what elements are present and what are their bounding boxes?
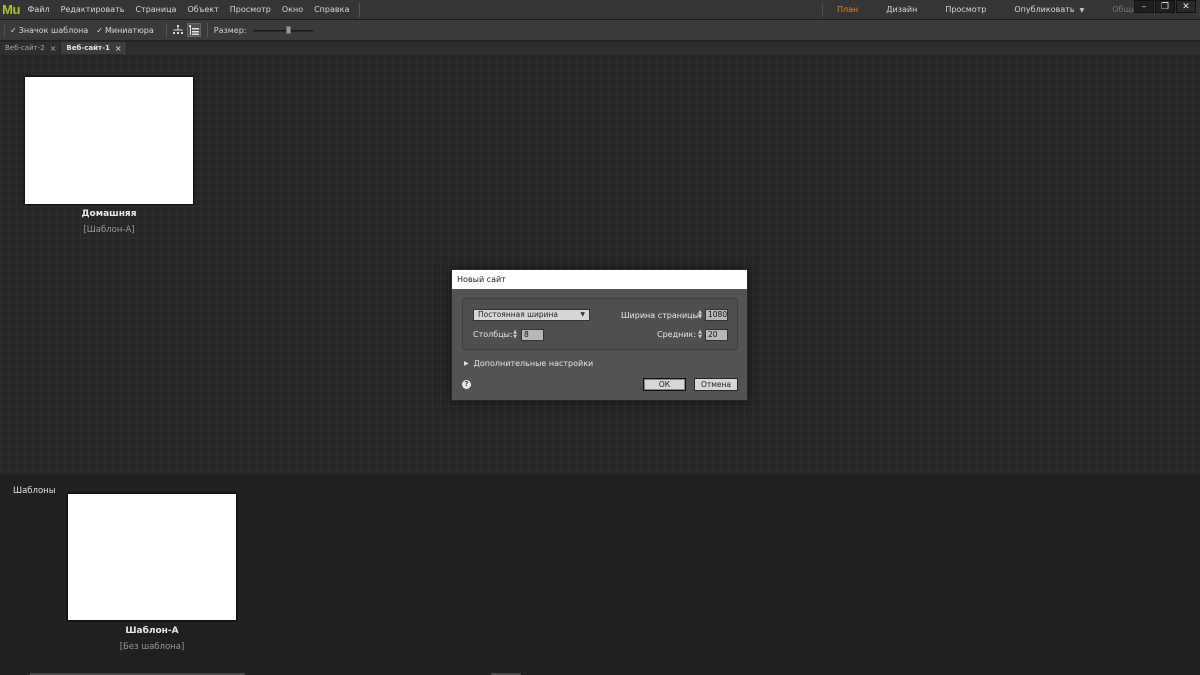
menu-window[interactable]: Окно bbox=[276, 0, 308, 20]
tab-website-2[interactable]: Веб-сайт-2 × bbox=[0, 42, 62, 54]
home-page-thumbnail[interactable] bbox=[24, 76, 194, 205]
layout-select[interactable]: Постоянная ширина ▼ bbox=[473, 309, 590, 321]
plan-toolbar: ✓ Значок шаблона ✓ Миниатюра Размер: bbox=[0, 20, 1200, 41]
size-slider[interactable] bbox=[252, 25, 313, 35]
dialog-title: Новый сайт bbox=[452, 270, 747, 289]
arrow-down-icon: ▼ bbox=[698, 314, 702, 320]
template-title[interactable]: Шаблон-А bbox=[67, 626, 237, 636]
page-width-label: Ширина страницы: bbox=[621, 311, 702, 320]
outline-icon bbox=[188, 25, 199, 35]
menu-help[interactable]: Справка bbox=[309, 0, 355, 20]
ok-button[interactable]: ОК bbox=[643, 378, 686, 391]
gutter-input[interactable]: 20 bbox=[705, 329, 728, 341]
checkmark-icon: ✓ bbox=[96, 25, 103, 35]
layout-select-value: Постоянная ширина bbox=[478, 310, 558, 319]
toolbar-separator bbox=[206, 23, 208, 37]
columns-label: Столбцы: bbox=[473, 330, 513, 339]
close-button[interactable]: ✕ bbox=[1176, 0, 1196, 13]
advanced-settings-toggle[interactable]: ▶ Дополнительные настройки bbox=[464, 359, 593, 368]
size-slider-track bbox=[252, 30, 313, 32]
template-icon-checkbox[interactable]: ✓ Значок шаблона bbox=[10, 26, 88, 35]
tree-view-icon[interactable] bbox=[171, 23, 185, 37]
chevron-down-icon: ▼ bbox=[580, 311, 585, 318]
page-width-stepper[interactable]: ▲ ▼ bbox=[696, 309, 704, 321]
chevron-down-icon: ▼ bbox=[1079, 6, 1085, 14]
document-tabs: Веб-сайт-2 × Веб-сайт-1 × bbox=[0, 42, 1200, 54]
toolbar-separator bbox=[165, 23, 167, 37]
menu-object[interactable]: Объект bbox=[182, 0, 224, 20]
window-controls: – ❐ ✕ bbox=[1134, 0, 1196, 14]
muse-logo: Mu bbox=[2, 2, 20, 17]
main-menu: Файл Редактировать Страница Объект Просм… bbox=[22, 0, 360, 20]
gutter-stepper[interactable]: ▲ ▼ bbox=[696, 329, 704, 341]
menu-separator bbox=[358, 2, 360, 17]
minimize-button[interactable]: – bbox=[1134, 0, 1154, 13]
dialog-settings-group: Постоянная ширина ▼ Ширина страницы: ▲ ▼ … bbox=[462, 298, 738, 350]
gutter-label: Средник: bbox=[657, 330, 697, 339]
template-icon-label: Значок шаблона bbox=[18, 25, 89, 35]
thumbnail-label: Миниатюра bbox=[104, 25, 154, 35]
thumbnail-checkbox[interactable]: ✓ Миниатюра bbox=[96, 26, 154, 35]
toolbar-grip[interactable] bbox=[4, 23, 6, 37]
arrow-down-icon: ▼ bbox=[513, 334, 517, 340]
new-site-dialog: Новый сайт Постоянная ширина ▼ Ширина ст… bbox=[451, 269, 748, 401]
size-label: Размер: bbox=[213, 25, 247, 35]
mode-switcher: План Дизайн Просмотр Опубликовать ▼ Общий… bbox=[822, 0, 1187, 20]
mode-publish-label: Опубликовать bbox=[1014, 4, 1075, 14]
close-icon[interactable]: × bbox=[115, 44, 122, 53]
mode-publish[interactable]: Опубликовать ▼ bbox=[1000, 0, 1098, 21]
tab-label: Веб-сайт-1 bbox=[66, 44, 110, 52]
list-view-icon[interactable] bbox=[186, 23, 201, 37]
mode-design[interactable]: Дизайн bbox=[872, 0, 931, 20]
menu-file[interactable]: Файл bbox=[22, 0, 55, 20]
mode-preview[interactable]: Просмотр bbox=[931, 0, 1000, 20]
close-icon[interactable]: × bbox=[50, 44, 57, 53]
columns-input[interactable]: 8 bbox=[521, 329, 544, 341]
columns-stepper[interactable]: ▲ ▼ bbox=[511, 329, 519, 341]
home-page-template: [Шаблон-А] bbox=[83, 225, 135, 235]
templates-section-label: Шаблоны bbox=[13, 486, 56, 496]
template-thumbnail[interactable] bbox=[67, 493, 237, 621]
advanced-settings-label: Дополнительные настройки bbox=[473, 359, 594, 368]
page-width-input[interactable]: 1080 bbox=[705, 309, 728, 321]
template-master: [Без шаблона] bbox=[119, 642, 185, 652]
help-icon[interactable]: ? bbox=[462, 380, 471, 389]
size-slider-thumb[interactable] bbox=[285, 26, 291, 34]
arrow-down-icon: ▼ bbox=[698, 334, 702, 340]
menu-page[interactable]: Страница bbox=[130, 0, 182, 20]
menu-bar: Mu Файл Редактировать Страница Объект Пр… bbox=[0, 0, 1200, 20]
cancel-button[interactable]: Отмена bbox=[694, 378, 738, 391]
mode-plan[interactable]: План bbox=[823, 0, 872, 20]
disclosure-triangle-icon: ▶ bbox=[464, 360, 469, 367]
checkmark-icon: ✓ bbox=[10, 25, 17, 35]
restore-button[interactable]: ❐ bbox=[1155, 0, 1175, 13]
menu-edit[interactable]: Редактировать bbox=[55, 0, 130, 20]
hierarchy-icon bbox=[172, 25, 183, 34]
home-page-title[interactable]: Домашняя bbox=[24, 209, 194, 219]
tab-website-1[interactable]: Веб-сайт-1 × bbox=[61, 42, 127, 54]
tab-label: Веб-сайт-2 bbox=[5, 44, 45, 52]
menu-view[interactable]: Просмотр bbox=[224, 0, 276, 20]
